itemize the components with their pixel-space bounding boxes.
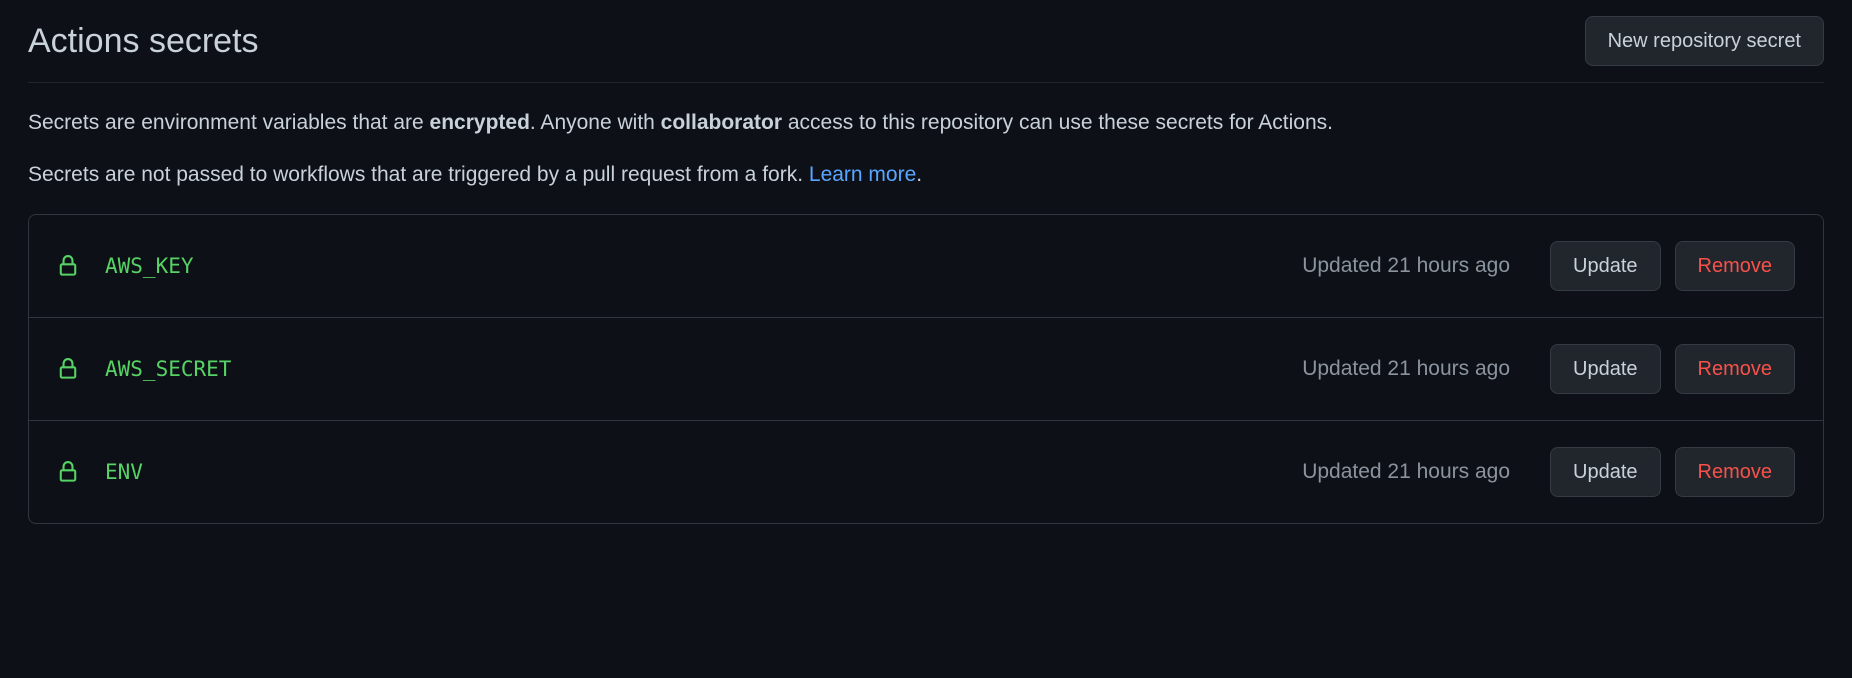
- secret-name: ENV: [105, 460, 1302, 484]
- lock-icon: [57, 356, 79, 382]
- remove-button[interactable]: Remove: [1675, 447, 1795, 497]
- remove-button[interactable]: Remove: [1675, 241, 1795, 291]
- desc-strong-collaborator: collaborator: [661, 111, 782, 134]
- secret-updated-time: Updated 21 hours ago: [1302, 460, 1510, 484]
- new-repository-secret-button[interactable]: New repository secret: [1585, 16, 1824, 66]
- row-actions: Update Remove: [1550, 447, 1795, 497]
- desc-text: . Anyone with: [530, 111, 661, 134]
- secret-updated-time: Updated 21 hours ago: [1302, 357, 1510, 381]
- lock-icon: [57, 253, 79, 279]
- learn-more-link[interactable]: Learn more: [809, 163, 916, 186]
- update-button[interactable]: Update: [1550, 447, 1661, 497]
- row-actions: Update Remove: [1550, 344, 1795, 394]
- secret-row: ENV Updated 21 hours ago Update Remove: [29, 421, 1823, 523]
- secret-row: AWS_KEY Updated 21 hours ago Update Remo…: [29, 215, 1823, 318]
- desc-text: access to this repository can use these …: [782, 111, 1333, 134]
- update-button[interactable]: Update: [1550, 344, 1661, 394]
- secret-name: AWS_KEY: [105, 254, 1302, 278]
- lock-icon: [57, 459, 79, 485]
- page-title: Actions secrets: [28, 22, 259, 61]
- desc-strong-encrypted: encrypted: [430, 111, 530, 134]
- page-header: Actions secrets New repository secret: [28, 16, 1824, 83]
- update-button[interactable]: Update: [1550, 241, 1661, 291]
- remove-button[interactable]: Remove: [1675, 344, 1795, 394]
- secret-name: AWS_SECRET: [105, 357, 1302, 381]
- desc-text: Secrets are not passed to workflows that…: [28, 163, 809, 186]
- row-actions: Update Remove: [1550, 241, 1795, 291]
- description-line-1: Secrets are environment variables that a…: [28, 107, 1824, 139]
- desc-text: Secrets are environment variables that a…: [28, 111, 430, 134]
- secret-row: AWS_SECRET Updated 21 hours ago Update R…: [29, 318, 1823, 421]
- description-line-2: Secrets are not passed to workflows that…: [28, 159, 1824, 191]
- description-block: Secrets are environment variables that a…: [28, 107, 1824, 190]
- secret-updated-time: Updated 21 hours ago: [1302, 254, 1510, 278]
- secrets-list: AWS_KEY Updated 21 hours ago Update Remo…: [28, 214, 1824, 524]
- desc-text: .: [916, 163, 922, 186]
